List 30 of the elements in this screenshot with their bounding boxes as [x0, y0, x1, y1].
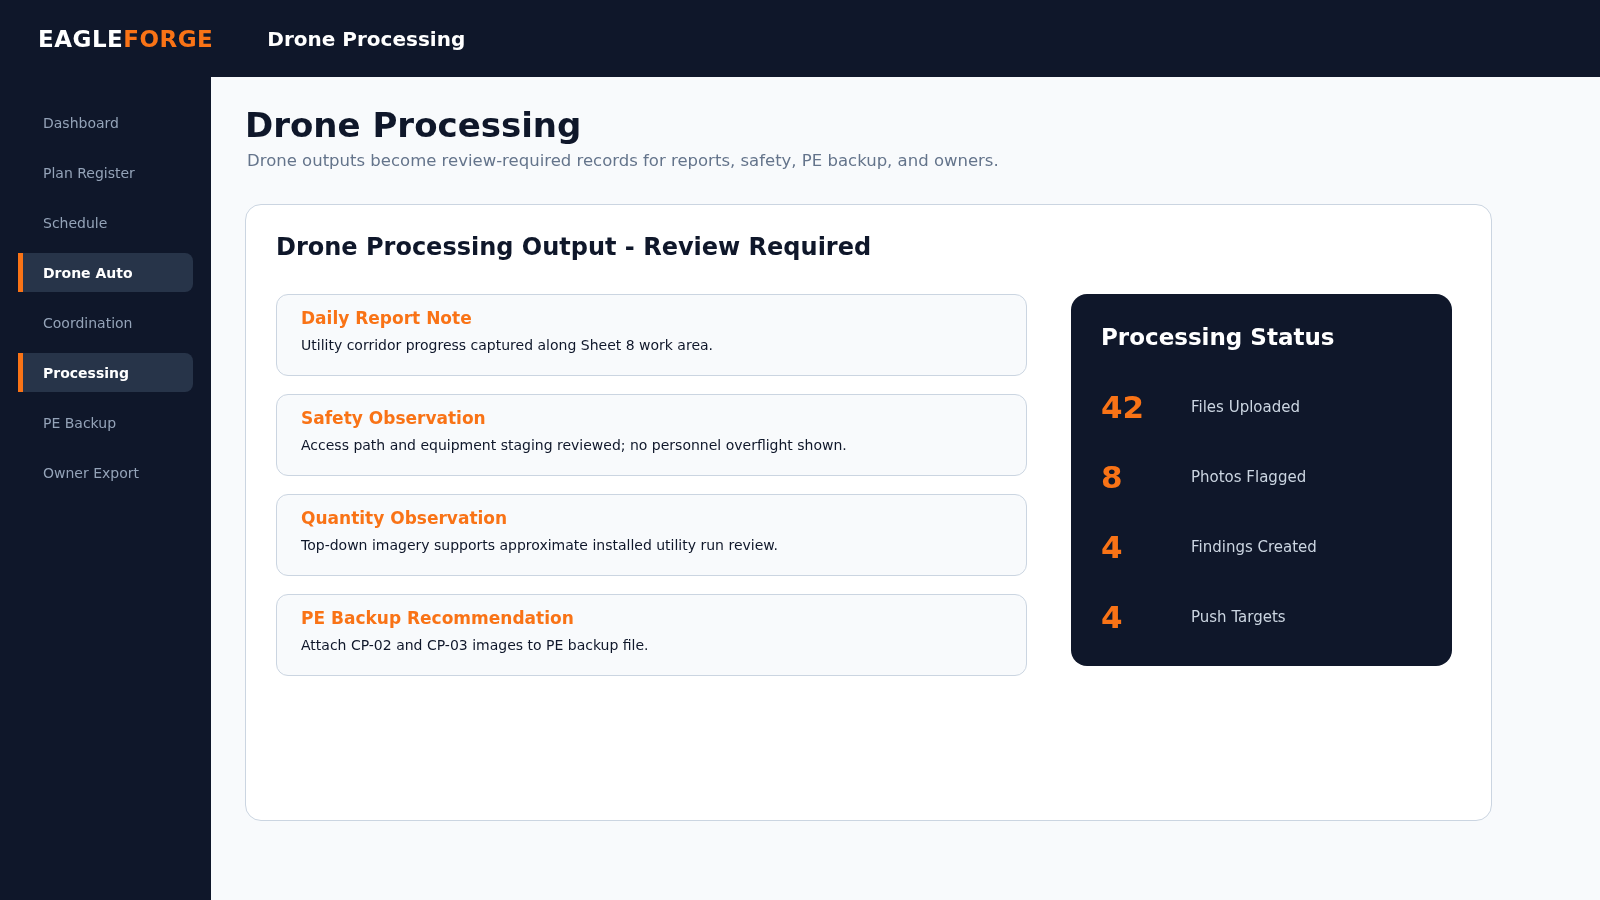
stat-value: 4 — [1101, 599, 1124, 635]
stat-value: 8 — [1101, 459, 1124, 495]
stat-label: Files Uploaded — [1191, 398, 1300, 416]
stat-value: 4 — [1101, 529, 1124, 565]
page-title: Drone Processing — [245, 105, 583, 145]
sidebar-item[interactable]: PE Backup — [18, 403, 193, 442]
output-text: Utility corridor progress captured along Sheet 8 work area. — [301, 337, 715, 353]
stat-label: Findings Created — [1191, 538, 1317, 556]
stat-value: 42 — [1101, 389, 1146, 425]
stat-label: Push Targets — [1191, 608, 1286, 626]
output-title: Quantity Observation — [301, 508, 509, 528]
sidebar-item[interactable]: Plan Register — [18, 153, 193, 192]
output-text: Attach CP-02 and CP-03 images to PE backup file. — [301, 637, 650, 653]
output-title: Safety Observation — [301, 408, 487, 428]
output-text: Access path and equipment staging reviewed; no personnel overflight shown. — [301, 437, 848, 453]
output-text: Top-down imagery supports approximate installed utility run review. — [301, 537, 779, 553]
sidebar-item[interactable]: Dashboard — [18, 103, 193, 142]
status-title: Processing Status — [1101, 324, 1336, 350]
stat-label: Photos Flagged — [1191, 468, 1307, 486]
logo: EAGLEFORGE — [38, 25, 214, 52]
sidebar-item[interactable]: Drone Auto — [18, 253, 193, 292]
output-title: PE Backup Recommendation — [301, 608, 575, 628]
sidebar-item[interactable]: Processing — [18, 353, 193, 392]
sidebar-item[interactable]: Coordination — [18, 303, 193, 342]
header-title: Drone Processing — [267, 26, 466, 51]
page-subtitle: Drone outputs become review-required records for reports, safety, PE backup, and owners. — [247, 151, 1000, 170]
output-title: Daily Report Note — [301, 308, 473, 328]
sidebar-item[interactable]: Schedule — [18, 203, 193, 242]
sidebar-item[interactable]: Owner Export — [18, 453, 193, 492]
card-title: Drone Processing Output - Review Required — [276, 233, 873, 261]
